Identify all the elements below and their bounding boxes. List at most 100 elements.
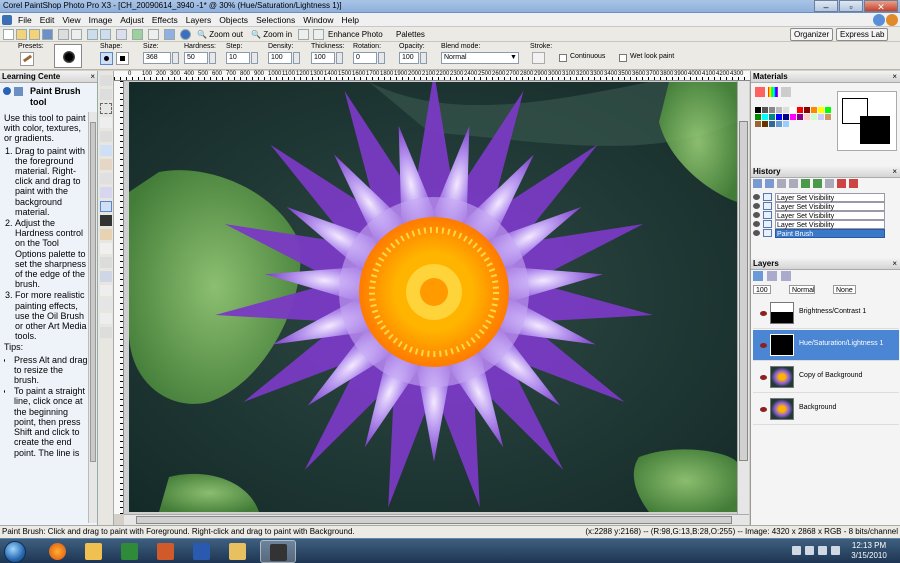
learning-scrollbar[interactable] — [88, 112, 97, 523]
menu-file[interactable]: File — [14, 14, 36, 26]
canvas-horizontal-scrollbar[interactable] — [124, 514, 749, 525]
save-icon[interactable] — [42, 29, 53, 40]
history-option-icon[interactable] — [825, 179, 834, 188]
taskbar-app-word[interactable] — [184, 540, 220, 563]
history-option-icon[interactable] — [777, 179, 786, 188]
thickness-field[interactable]: 100 — [311, 52, 335, 64]
text-tool-icon[interactable] — [100, 285, 112, 296]
resize-icon[interactable] — [71, 29, 82, 40]
eraser-tool-icon[interactable] — [100, 243, 112, 254]
layer-opacity-field[interactable]: 100 — [753, 285, 771, 294]
warp-brush-tool-icon[interactable] — [100, 327, 112, 338]
enhance-photo-button[interactable]: Enhance Photo — [328, 29, 383, 40]
eye-icon[interactable] — [760, 311, 767, 316]
picture-tube-tool-icon[interactable] — [100, 257, 112, 268]
history-item[interactable]: Layer Set Visibility — [753, 193, 887, 202]
history-item-selected[interactable]: Paint Brush — [753, 229, 887, 238]
history-item[interactable]: Layer Set Visibility — [753, 220, 887, 229]
thickness-spinner[interactable] — [336, 52, 343, 64]
menu-layers[interactable]: Layers — [182, 14, 216, 26]
history-item[interactable]: Layer Set Visibility — [753, 202, 887, 211]
screen-capture-icon[interactable] — [116, 29, 127, 40]
opacity-spinner[interactable] — [420, 52, 427, 64]
history-item[interactable]: Layer Set Visibility — [753, 211, 887, 220]
preset-shape-tool-icon[interactable] — [100, 299, 112, 310]
history-option-icon[interactable] — [801, 179, 810, 188]
scroll-thumb[interactable] — [136, 516, 732, 524]
taskbar-app-firefox[interactable] — [40, 540, 76, 563]
step-field[interactable]: 10 — [226, 52, 250, 64]
straighten-icon[interactable] — [148, 29, 159, 40]
new-file-icon[interactable] — [3, 29, 14, 40]
menu-effects[interactable]: Effects — [148, 14, 182, 26]
crop-icon[interactable] — [132, 29, 143, 40]
eye-icon[interactable] — [753, 203, 760, 209]
makeover-tool-icon[interactable] — [100, 173, 112, 184]
scroll-thumb[interactable] — [90, 122, 96, 462]
opacity-field[interactable]: 100 — [399, 52, 419, 64]
shape-square-button[interactable] — [116, 52, 129, 65]
menu-selections[interactable]: Selections — [252, 14, 299, 26]
layer-blend-select[interactable]: Normal — [789, 285, 815, 294]
density-field[interactable]: 100 — [268, 52, 292, 64]
straighten-tool-icon[interactable] — [100, 145, 112, 156]
menu-objects[interactable]: Objects — [215, 14, 252, 26]
menu-help[interactable]: Help — [338, 14, 363, 26]
fit-window-icon[interactable] — [313, 29, 324, 40]
menu-adjust[interactable]: Adjust — [116, 14, 148, 26]
rotation-spinner[interactable] — [378, 52, 385, 64]
menu-edit[interactable]: Edit — [36, 14, 59, 26]
start-button[interactable] — [4, 541, 26, 563]
undo-icon[interactable] — [87, 29, 98, 40]
adjustment-layer-icon[interactable] — [781, 271, 791, 281]
layer-row-selected[interactable]: Hue/Saturation/Lightness 1 — [753, 330, 899, 361]
color-swatches[interactable] — [755, 107, 833, 127]
density-spinner[interactable] — [293, 52, 300, 64]
airbrush-tool-icon[interactable] — [100, 215, 112, 226]
red-eye-tool-icon[interactable] — [100, 159, 112, 170]
rainbow-tab-icon[interactable] — [768, 87, 778, 97]
open-folder-icon[interactable] — [16, 29, 27, 40]
taskbar-app-paintshop[interactable] — [260, 540, 296, 563]
wet-look-checkbox[interactable] — [619, 54, 627, 62]
taskbar-app-powerpoint[interactable] — [148, 540, 184, 563]
layer-options-icon[interactable] — [767, 271, 777, 281]
flag-icon[interactable] — [805, 546, 814, 555]
material-properties[interactable] — [837, 91, 897, 151]
eye-icon[interactable] — [753, 212, 760, 218]
blend-mode-select[interactable]: Normal — [441, 52, 519, 64]
tray-arrow-icon[interactable] — [792, 546, 801, 555]
taskbar-app-outlook[interactable] — [220, 540, 256, 563]
info-icon[interactable] — [180, 29, 191, 40]
eye-icon[interactable] — [760, 375, 767, 380]
eye-icon[interactable] — [753, 230, 760, 236]
new-layer-icon[interactable] — [753, 271, 763, 281]
print-icon[interactable] — [58, 29, 69, 40]
eye-icon[interactable] — [760, 407, 767, 412]
eye-icon[interactable] — [753, 221, 760, 227]
close-icon[interactable]: × — [892, 258, 897, 269]
delete-history-icon[interactable] — [837, 179, 846, 188]
taskbar-app-excel[interactable] — [112, 540, 148, 563]
zoom-in-button[interactable]: 🔍 Zoom in — [251, 29, 292, 40]
home-icon[interactable] — [14, 87, 23, 96]
size-field[interactable]: 368 — [143, 52, 171, 64]
step-spinner[interactable] — [251, 52, 258, 64]
swatch-tab-icon[interactable] — [755, 87, 765, 97]
zoom-out-button[interactable]: 🔍 Zoom out — [197, 29, 243, 40]
crop-tool-icon[interactable] — [100, 131, 112, 142]
palettes-button[interactable]: Palettes — [396, 29, 425, 40]
hardness-spinner[interactable] — [209, 52, 216, 64]
back-arrow-icon[interactable] — [3, 87, 11, 95]
menu-window[interactable]: Window — [299, 14, 337, 26]
eye-icon[interactable] — [760, 343, 767, 348]
lighten-darken-tool-icon[interactable] — [100, 229, 112, 240]
size-spinner[interactable] — [172, 52, 179, 64]
organizer-button[interactable]: Organizer — [790, 28, 834, 41]
clone-tool-icon[interactable] — [100, 187, 112, 198]
close-icon[interactable]: × — [892, 71, 897, 82]
minimize-button[interactable]: – — [814, 0, 838, 12]
pen-tool-icon[interactable] — [100, 313, 112, 324]
clear-history-icon[interactable] — [849, 179, 858, 188]
taskbar-app-explorer[interactable] — [76, 540, 112, 563]
